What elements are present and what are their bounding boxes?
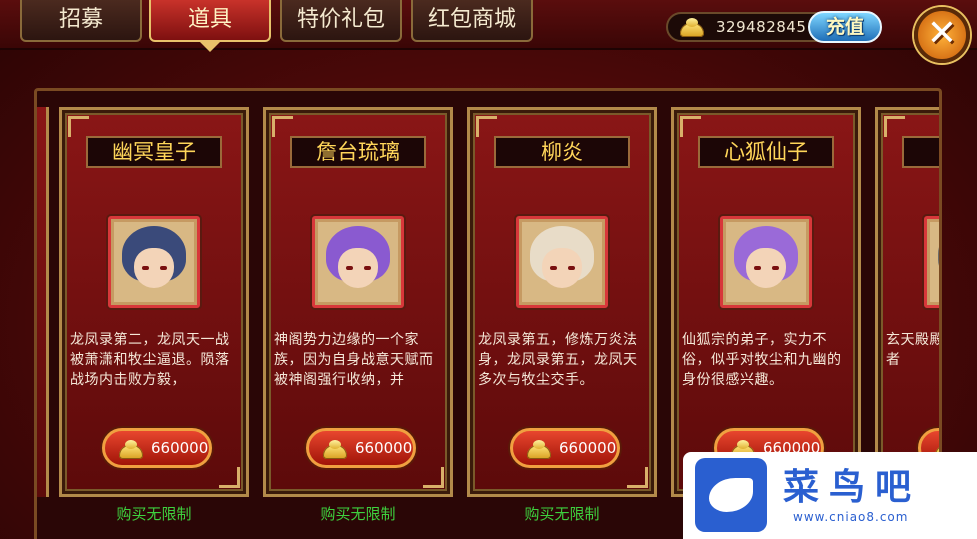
recharge-button[interactable]: 充值 (808, 11, 882, 43)
watermark-url: www.cniao8.com (793, 510, 909, 524)
bird-icon (709, 478, 753, 512)
portrait-frame (108, 216, 200, 308)
tab-recruit[interactable]: 招募 (20, 0, 142, 42)
card-title: 詹台琉璃 (290, 136, 426, 168)
item-card[interactable]: 柳炎 龙凤录第五，修炼万炎法身，龙凤录第五，龙凤天多次与牧尘交手。 660000 (467, 107, 657, 497)
buy-button[interactable]: 660000 (102, 428, 212, 468)
gold-ingot-icon (680, 18, 704, 37)
card-description: 龙凤录第五，修炼万炎法身，龙凤录第五，龙凤天多次与牧尘交手。 (478, 332, 638, 388)
purchase-limit-note: 购买无限制 (524, 505, 600, 523)
character-portrait (114, 222, 194, 302)
card-edge-left (37, 107, 49, 497)
portrait-face (134, 248, 174, 288)
price-value: 660000 (355, 439, 413, 457)
watermark-title: 菜鸟吧 (783, 467, 922, 508)
tab-bar: 招募 道具 特价礼包 红包商城 329482845 充值 (0, 0, 977, 52)
portrait-hair (938, 226, 939, 282)
purchase-limit-note: 购买无限制 (320, 505, 396, 523)
item-card[interactable]: 詹台琉璃 神阁势力边缘的一个家族，因为自身战意天赋而被神阁强行收纳，并 6600… (263, 107, 453, 497)
portrait-eye (346, 266, 353, 270)
portrait-eye (568, 266, 575, 270)
card-description: 玄天殿殿至尊，天名的强者 (886, 332, 939, 368)
watermark-logo-icon (695, 458, 767, 532)
character-portrait (930, 222, 939, 302)
active-tab-pointer (200, 42, 220, 52)
card-title: 心狐仙子 (698, 136, 834, 168)
close-icon: ✕ (926, 13, 958, 54)
item-card[interactable]: 幽冥皇子 龙凤录第二，龙凤天一战被萧潇和牧尘逼退。陨落战场内击败方毅， 6600… (59, 107, 249, 497)
price-value: 660000 (559, 439, 617, 457)
portrait-eye (142, 266, 149, 270)
watermark: 菜鸟吧 www.cniao8.com (683, 452, 977, 539)
portrait-frame (924, 216, 939, 308)
gold-ingot-icon (323, 440, 347, 459)
card-description: 仙狐宗的弟子，实力不俗，似乎对牧尘和九幽的身份很感兴趣。 (682, 332, 842, 388)
item-card[interactable]: 心狐仙子 仙狐宗的弟子，实力不俗，似乎对牧尘和九幽的身份很感兴趣。 660000 (671, 107, 861, 497)
currency-amount: 329482845 (716, 18, 807, 36)
portrait-face (338, 248, 378, 288)
card-title: 幽冥皇子 (86, 136, 222, 168)
buy-button[interactable]: 660000 (510, 428, 620, 468)
card-description: 龙凤录第二，龙凤天一战被萧潇和牧尘逼退。陨落战场内击败方毅， (70, 332, 230, 388)
close-button[interactable]: ✕ (914, 7, 970, 63)
price-value: 660000 (151, 439, 209, 457)
portrait-eye (364, 266, 371, 270)
portrait-frame (516, 216, 608, 308)
portrait-eye (550, 266, 557, 270)
card-title (902, 136, 939, 168)
tab-red-packet-shop[interactable]: 红包商城 (411, 0, 533, 42)
portrait-face (746, 248, 786, 288)
portrait-frame (720, 216, 812, 308)
buy-button[interactable]: 660000 (306, 428, 416, 468)
tab-items[interactable]: 道具 (149, 0, 271, 42)
portrait-face (542, 248, 582, 288)
portrait-frame (312, 216, 404, 308)
portrait-eye (160, 266, 167, 270)
card-description: 神阁势力边缘的一个家族，因为自身战意天赋而被神阁强行收纳，并 (274, 332, 434, 388)
tab-special-packs[interactable]: 特价礼包 (280, 0, 402, 42)
item-card[interactable]: 玄天殿殿至尊，天名的强者 (875, 107, 939, 497)
gold-ingot-icon (119, 440, 143, 459)
character-portrait (522, 222, 602, 302)
card-title: 柳炎 (494, 136, 630, 168)
portrait-eye (754, 266, 761, 270)
character-portrait (318, 222, 398, 302)
gold-ingot-icon (527, 440, 551, 459)
character-portrait (726, 222, 806, 302)
purchase-limit-note: 购买无限制 (116, 505, 192, 523)
portrait-eye (772, 266, 779, 270)
